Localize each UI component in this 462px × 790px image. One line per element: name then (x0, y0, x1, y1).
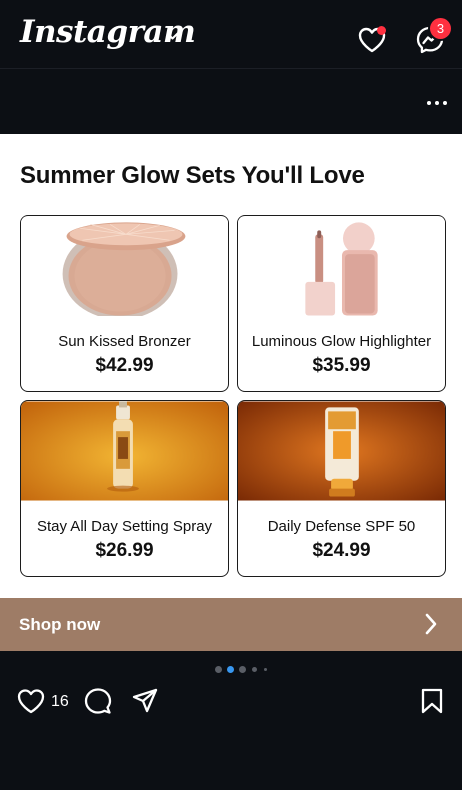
more-options-icon[interactable] (425, 99, 449, 109)
share-send-icon[interactable] (131, 687, 159, 715)
carousel-dot (215, 666, 222, 673)
product-price: $26.99 (95, 540, 154, 561)
product-card[interactable]: Sun Kissed Bronzer $42.99 (20, 215, 229, 392)
product-name: Luminous Glow Highlighter (251, 333, 432, 350)
like-count[interactable]: 16 (51, 693, 69, 711)
highlighter-product-image (238, 216, 445, 316)
post-header (0, 69, 462, 134)
product-card[interactable]: Stay All Day Setting Spray $26.99 (20, 400, 229, 577)
bookmark-icon[interactable] (419, 687, 445, 715)
comment-icon[interactable] (84, 687, 112, 715)
spf-product-image (238, 401, 445, 501)
ad-title: Summer Glow Sets You'll Love (20, 162, 365, 189)
carousel-dot-active (227, 666, 234, 673)
product-name: Daily Defense SPF 50 (267, 518, 416, 535)
carousel-dot (264, 668, 267, 671)
setting-spray-product-image (21, 401, 228, 501)
product-price: $35.99 (312, 355, 371, 376)
product-card[interactable]: Daily Defense SPF 50 $24.99 (237, 400, 446, 577)
top-bar: Instagram 3 (0, 0, 462, 69)
shop-now-bar[interactable]: Shop now (0, 598, 462, 651)
like-heart-icon[interactable] (16, 686, 46, 716)
messages-badge: 3 (430, 18, 451, 39)
post-actions: 16 (0, 686, 462, 716)
product-price: $42.99 (95, 355, 154, 376)
bronzer-product-image (21, 216, 228, 316)
product-price: $24.99 (312, 540, 371, 561)
chevron-down-icon[interactable] (166, 32, 179, 41)
product-card[interactable]: Luminous Glow Highlighter $35.99 (237, 215, 446, 392)
ad-creative[interactable]: Summer Glow Sets You'll Love Sun Kissed … (0, 134, 462, 598)
product-name: Sun Kissed Bronzer (58, 333, 191, 350)
notification-dot (377, 26, 386, 35)
carousel-dot (252, 667, 257, 672)
carousel-dot (239, 666, 246, 673)
product-name: Stay All Day Setting Spray (36, 518, 213, 535)
shop-now-label: Shop now (19, 615, 101, 634)
chevron-right-icon (425, 613, 437, 635)
